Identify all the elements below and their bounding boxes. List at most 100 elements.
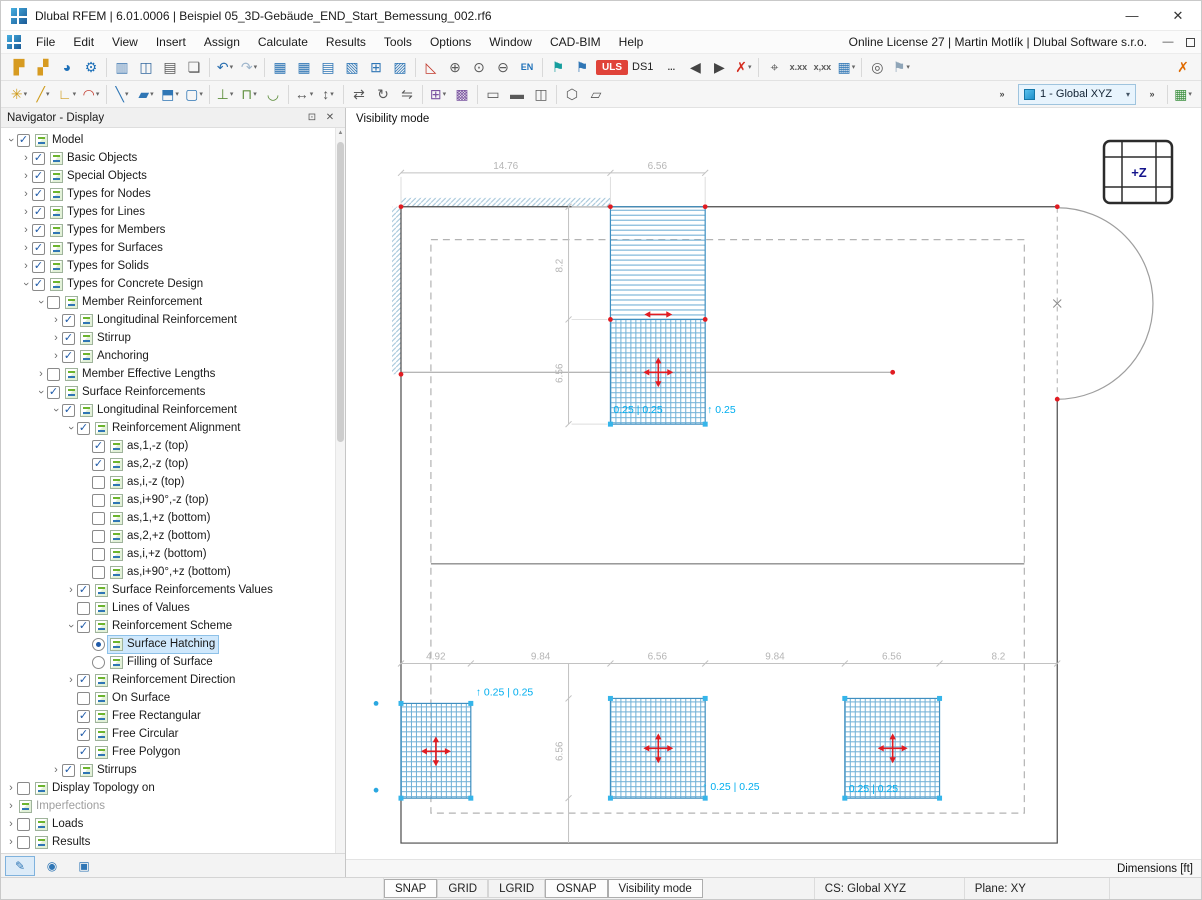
opening-new-button[interactable]: ▢▾ [182,83,206,106]
base-data-button[interactable]: ⚙ [79,56,103,79]
scroll-up-icon[interactable]: ▲ [336,128,345,138]
tree-item-free-rectangular[interactable]: ✓Free Rectangular [3,707,333,725]
checkbox[interactable] [17,818,30,831]
menu-item-cad-bim[interactable]: CAD-BIM [541,32,610,52]
menu-item-results[interactable]: Results [317,32,375,52]
checkbox[interactable]: ✓ [77,710,90,723]
node-new-button[interactable]: ✳▾ [7,83,31,106]
expander-icon[interactable]: › [5,816,17,832]
mesh-settings-button[interactable]: ▩ [450,83,474,106]
checkbox[interactable]: ✓ [77,728,90,741]
expander-icon[interactable]: › [20,168,32,184]
overflow-more-2-button[interactable]: » [1140,83,1164,106]
building-outline[interactable] [401,207,1057,843]
dimension-tool-button[interactable]: ↔▾ [292,83,316,106]
selection-pointer-button[interactable]: ◺ [419,56,443,79]
mirror-tool-button[interactable]: ⇋ [395,83,419,106]
copy-button[interactable]: ❏ [182,56,206,79]
design-situation-next-button[interactable]: ⚑ [570,56,594,79]
checkbox[interactable]: ✓ [32,188,45,201]
mdi-restore-button[interactable] [1179,32,1201,52]
expander-icon[interactable]: › [35,366,47,382]
checkbox[interactable] [17,836,30,849]
checkbox[interactable]: ✓ [62,350,75,363]
menu-item-options[interactable]: Options [421,32,480,52]
tree-item-stirrup[interactable]: ›✓Stirrup [3,329,333,347]
display-solid-button[interactable]: ▬ [505,83,529,106]
menu-item-tools[interactable]: Tools [375,32,421,52]
tree-item-longitudinal-reinforcement[interactable]: ›✓Longitudinal Reinforcement [3,401,333,419]
tree-item-longitudinal-reinforcement[interactable]: ›✓Longitudinal Reinforcement [3,311,333,329]
tree-item-as-2-z-top[interactable]: ✓as,2,-z (top) [3,455,333,473]
save-button[interactable]: ◫ [134,56,158,79]
expander-icon[interactable]: › [20,204,32,220]
status-toggle-lgrid[interactable]: LGRID [488,879,545,898]
move-copy-button[interactable]: ⇄ [347,83,371,106]
expander-icon[interactable]: › [5,834,17,850]
table-results-button[interactable]: ▨ [388,56,412,79]
snap-node-button[interactable]: ⌖ [762,56,786,79]
menu-item-calculate[interactable]: Calculate [249,32,317,52]
view-isometric-button[interactable]: ⬡ [560,83,584,106]
tree-item-member-effective-lengths[interactable]: ›Member Effective Lengths [3,365,333,383]
checkbox[interactable]: ✓ [32,170,45,183]
tree-item-types-for-surfaces[interactable]: ›✓Types for Surfaces [3,239,333,257]
result-tables-button[interactable]: ▦▾ [834,56,858,79]
radio-button[interactable] [92,638,105,651]
tree-item-reinforcement-direction[interactable]: ›✓Reinforcement Direction [3,671,333,689]
table-lines-button[interactable]: ▦ [292,56,316,79]
reinforcement-area-hatched[interactable] [610,207,705,320]
tree-item-as-i-z-top[interactable]: as,i,-z (top) [3,473,333,491]
tree-item-as-i-90-z-top[interactable]: as,i+90°,-z (top) [3,491,333,509]
model-view[interactable]: 14.76 6.56 4.92 9.84 6.56 9.84 6.56 8.2 … [346,108,1201,859]
tree-item-loads[interactable]: ›Loads [3,815,333,833]
radio-button[interactable] [92,656,105,669]
tree-item-surface-reinforcements[interactable]: ›✓Surface Reinforcements [3,383,333,401]
tree-item-free-polygon[interactable]: ✓Free Polygon [3,743,333,761]
tree-item-special-objects[interactable]: ›✓Special Objects [3,167,333,185]
expander-icon[interactable]: › [33,296,49,308]
mesh-generate-button[interactable]: ⊞▾ [426,83,450,106]
camera-tab[interactable]: ▣ [69,856,99,876]
expander-icon[interactable]: › [50,330,62,346]
checkbox[interactable] [92,476,105,489]
expander-icon[interactable]: › [63,422,79,434]
checkbox[interactable] [17,782,30,795]
free-node-points[interactable] [374,701,379,793]
tree-item-basic-objects[interactable]: ›✓Basic Objects [3,149,333,167]
expander-icon[interactable]: › [50,762,62,778]
balcony-arc[interactable] [1057,208,1153,399]
redo-button[interactable]: ↷▾ [237,56,261,79]
checkbox[interactable]: ✓ [32,260,45,273]
checkbox[interactable]: ✓ [62,332,75,345]
scrollbar-thumb[interactable] [337,142,344,442]
close-button[interactable]: ✕ [1155,1,1201,31]
tree-item-as-2-z-bottom[interactable]: as,2,+z (bottom) [3,527,333,545]
expander-icon[interactable]: › [20,150,32,166]
uls-badge[interactable]: ULS [596,60,628,75]
expander-icon[interactable]: › [5,798,17,814]
member-new-button[interactable]: ╲▾ [110,83,134,106]
expander-icon[interactable]: › [63,620,79,632]
line-support-button[interactable]: ⊓▾ [237,83,261,106]
tree-item-reinforcement-scheme[interactable]: ›✓Reinforcement Scheme [3,617,333,635]
checkbox[interactable]: ✓ [62,764,75,777]
menu-item-window[interactable]: Window [480,32,541,52]
arc-new-button[interactable]: ◠▾ [79,83,103,106]
tree-item-types-for-concrete-design[interactable]: ›✓Types for Concrete Design [3,275,333,293]
tree-item-types-for-lines[interactable]: ›✓Types for Lines [3,203,333,221]
new-model-button[interactable]: ▛ [7,56,31,79]
status-work-plane[interactable]: Plane: XY [965,878,1110,899]
line-new-button[interactable]: ╱▾ [31,83,55,106]
work-plane-button[interactable]: ▦▾ [1171,83,1195,106]
checkbox[interactable] [92,548,105,561]
pin-icon[interactable]: ⊡ [303,110,321,126]
close-icon[interactable]: ✕ [321,110,339,126]
checkbox[interactable]: ✓ [62,314,75,327]
delete-results-button[interactable]: ✗▾ [731,56,755,79]
standard-en-button[interactable]: EN [515,56,539,79]
checkbox[interactable] [92,566,105,579]
display-wireframe-button[interactable]: ▭ [481,83,505,106]
checkbox[interactable] [92,494,105,507]
tree-item-stirrups[interactable]: ›✓Stirrups [3,761,333,779]
